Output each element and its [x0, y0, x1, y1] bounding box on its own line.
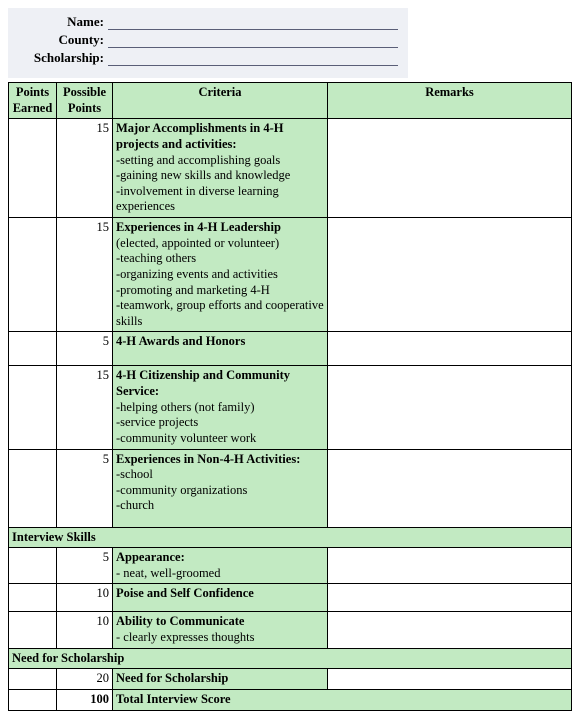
scholarship-input-line[interactable] — [108, 52, 398, 66]
criteria-cell: Experiences in 4-H Leadership (elected, … — [113, 218, 328, 332]
county-label: County: — [18, 32, 108, 48]
criteria-cell: 4-H Awards and Honors — [113, 332, 328, 366]
possible-points-cell: 10 — [57, 584, 113, 612]
table-row: 10Poise and Self Confidence — [9, 584, 572, 612]
col-possible-points: Possible Points — [57, 83, 113, 119]
table-row: 5Appearance:- neat, well-groomed — [9, 548, 572, 584]
total-possible-points: 100 — [57, 689, 113, 710]
total-label: Total Interview Score — [113, 689, 572, 710]
header-row-name: Name: — [18, 14, 398, 30]
col-criteria: Criteria — [113, 83, 328, 119]
total-row: 100Total Interview Score — [9, 689, 572, 710]
possible-points-cell: 20 — [57, 669, 113, 690]
remarks-cell[interactable] — [328, 548, 572, 584]
remarks-cell[interactable] — [328, 366, 572, 449]
possible-points-cell: 5 — [57, 548, 113, 584]
name-label: Name: — [18, 14, 108, 30]
section-heading-row: Interview Skills — [9, 527, 572, 548]
remarks-cell[interactable] — [328, 119, 572, 218]
table-row: 154-H Citizenship and Community Service:… — [9, 366, 572, 449]
remarks-cell[interactable] — [328, 332, 572, 366]
criteria-cell: Ability to Communicate- clearly expresse… — [113, 612, 328, 648]
possible-points-cell: 10 — [57, 612, 113, 648]
table-row: 5Experiences in Non-4-H Activities:-scho… — [9, 449, 572, 527]
points-earned-cell[interactable] — [9, 366, 57, 449]
scholarship-label: Scholarship: — [18, 50, 108, 66]
criteria-cell: Major Accomplishments in 4-H projects an… — [113, 119, 328, 218]
points-earned-cell[interactable] — [9, 548, 57, 584]
remarks-cell[interactable] — [328, 218, 572, 332]
criteria-cell: Experiences in Non-4-H Activities:-schoo… — [113, 449, 328, 527]
criteria-cell: Need for Scholarship — [113, 669, 328, 690]
remarks-cell[interactable] — [328, 612, 572, 648]
possible-points-cell: 15 — [57, 366, 113, 449]
remarks-cell[interactable] — [328, 449, 572, 527]
county-input-line[interactable] — [108, 34, 398, 48]
header-row-scholarship: Scholarship: — [18, 50, 398, 66]
points-earned-cell[interactable] — [9, 119, 57, 218]
table-row: 15Major Accomplishments in 4-H projects … — [9, 119, 572, 218]
points-earned-cell[interactable] — [9, 612, 57, 648]
section-heading: Need for Scholarship — [9, 648, 572, 669]
criteria-cell: Appearance:- neat, well-groomed — [113, 548, 328, 584]
points-earned-cell[interactable] — [9, 332, 57, 366]
table-row: 15Experiences in 4-H Leadership (elected… — [9, 218, 572, 332]
table-header-row: Points Earned Possible Points Criteria R… — [9, 83, 572, 119]
points-earned-cell[interactable] — [9, 449, 57, 527]
table-row: 54-H Awards and Honors — [9, 332, 572, 366]
possible-points-cell: 15 — [57, 218, 113, 332]
possible-points-cell: 5 — [57, 449, 113, 527]
remarks-cell[interactable] — [328, 669, 572, 690]
table-row: 10Ability to Communicate- clearly expres… — [9, 612, 572, 648]
scoring-table: Points Earned Possible Points Criteria R… — [8, 82, 572, 711]
name-input-line[interactable] — [108, 16, 398, 30]
points-earned-cell[interactable] — [9, 689, 57, 710]
criteria-cell: Poise and Self Confidence — [113, 584, 328, 612]
section-heading-row: Need for Scholarship — [9, 648, 572, 669]
remarks-cell[interactable] — [328, 584, 572, 612]
col-remarks: Remarks — [328, 83, 572, 119]
table-row: 20Need for Scholarship — [9, 669, 572, 690]
possible-points-cell: 5 — [57, 332, 113, 366]
criteria-cell: 4-H Citizenship and Community Service:-h… — [113, 366, 328, 449]
col-points-earned: Points Earned — [9, 83, 57, 119]
possible-points-cell: 15 — [57, 119, 113, 218]
header-row-county: County: — [18, 32, 398, 48]
section-heading: Interview Skills — [9, 527, 572, 548]
points-earned-cell[interactable] — [9, 218, 57, 332]
header-block: Name: County: Scholarship: — [8, 8, 408, 78]
points-earned-cell[interactable] — [9, 669, 57, 690]
points-earned-cell[interactable] — [9, 584, 57, 612]
